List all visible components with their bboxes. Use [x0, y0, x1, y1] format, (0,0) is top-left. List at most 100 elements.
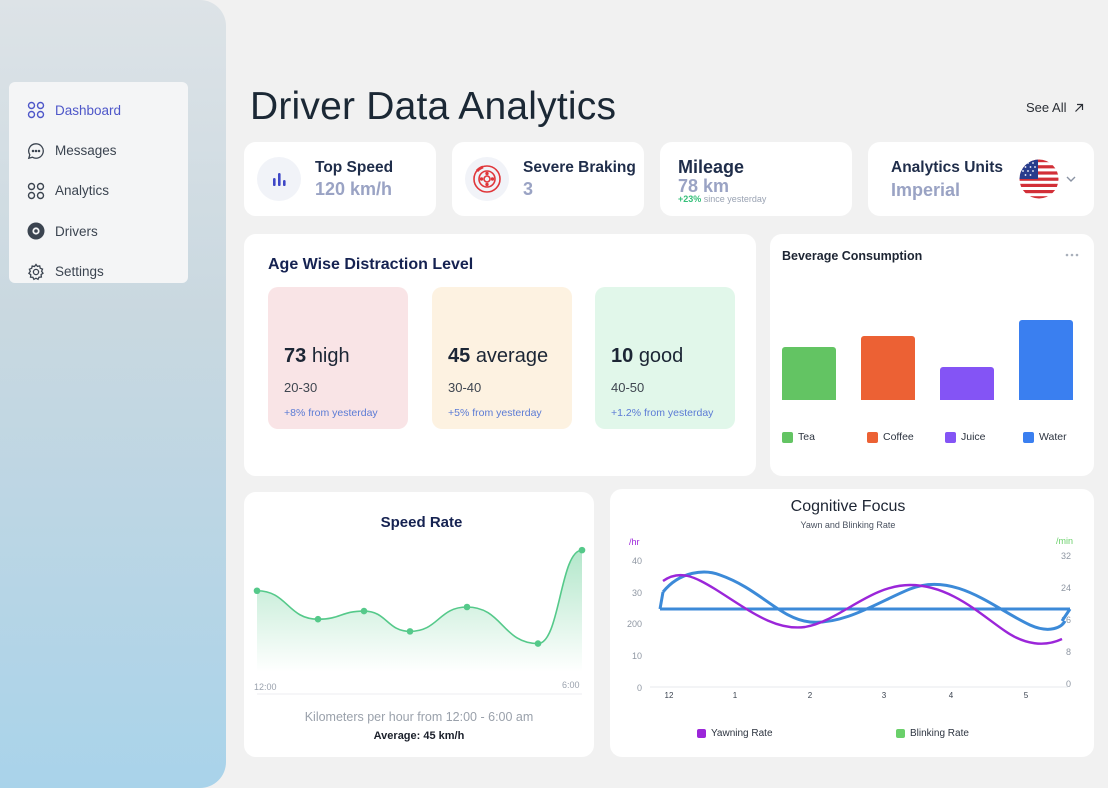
cognitive-chart: 403020010032241680/hr/min12 1 2 3 4 5 [627, 536, 1073, 700]
sidebar-item-drivers[interactable]: Drivers [9, 211, 188, 251]
stat-label: Analytics Units [891, 159, 1003, 176]
x-tick: 5 [1024, 691, 1029, 700]
legend-swatch [782, 431, 793, 443]
bar-tea [782, 347, 836, 400]
speed-caption: Kilometers per hour from 12:00 - 6:00 am [304, 710, 534, 724]
legend-coffee: Coffee [867, 431, 914, 443]
cognitive-card: Cognitive Focus Yawn and Blinking Rate 4… [610, 489, 1094, 757]
blink-start-tick [658, 591, 665, 610]
mileage-card: Mileage 78 km +23% since yesterday [660, 142, 852, 216]
y-right-tick: 24 [1061, 583, 1071, 593]
legend-label: Tea [798, 431, 815, 443]
stat-value: 3 [523, 179, 534, 199]
distraction-count: 10 [611, 345, 634, 367]
dashboard-icon [27, 101, 45, 119]
legend-swatch [867, 431, 878, 443]
legend-label: Blinking Rate [910, 728, 969, 739]
delta-value: +23% [678, 194, 702, 204]
distraction-range: 30-40 [448, 380, 482, 395]
y-left-tick: 0 [637, 683, 642, 693]
y-left-tick: 30 [632, 588, 642, 598]
distraction-level: average [475, 345, 549, 367]
distraction-delta: +1.2% from yesterday [611, 407, 714, 419]
y-left-tick: 200 [627, 619, 642, 629]
stat-value: 120 km/h [315, 179, 393, 199]
speed-x-start: 12:00 [254, 682, 277, 692]
stat-label: Severe Braking [523, 159, 636, 176]
speed-rate-card: Speed Rate 12:00 6:00 Kilometers per hou… [244, 492, 594, 757]
legend-tea: Tea [782, 431, 815, 443]
stat-label: Top Speed [315, 159, 394, 176]
speed-point-2 [360, 607, 368, 615]
left-unit: /hr [629, 537, 640, 547]
sidebar-item-messages[interactable]: Messages [9, 130, 188, 170]
speed-area [257, 550, 582, 672]
distraction-title: Age Wise Distraction Level [268, 256, 474, 273]
distraction-count: 45 [448, 345, 471, 367]
y-right-tick: 32 [1061, 551, 1071, 561]
see-all-link[interactable]: See All [1026, 100, 1084, 115]
stat-value: Imperial [891, 180, 961, 200]
legend-juice: Juice [945, 431, 986, 443]
distraction-high: 73 high 20-30 +8% from yesterday [268, 287, 408, 429]
distraction-range: 20-30 [284, 380, 318, 395]
brake-disc-icon [465, 157, 509, 201]
sidebar-nav: Dashboard Messages Analytics Drivers Set… [9, 82, 188, 283]
distraction-delta: +8% from yesterday [284, 407, 378, 419]
legend-label: Juice [961, 431, 986, 443]
mileage-delta: +23% since yesterday [678, 194, 766, 204]
x-tick: 2 [808, 691, 813, 700]
sidebar-item-analytics[interactable]: Analytics [9, 171, 188, 211]
bar-juice [940, 367, 994, 400]
blinking-rate-line [661, 570, 1067, 631]
driver-icon [27, 222, 45, 240]
legend-label: Coffee [883, 431, 914, 443]
sidebar-item-settings[interactable]: Settings [9, 252, 188, 292]
legend-swatch [896, 729, 905, 738]
gear-icon [27, 263, 44, 281]
distraction-card: Age Wise Distraction Level 73 high 20-30… [244, 234, 756, 476]
distraction-count: 73 [284, 345, 307, 367]
legend-label: Water [1039, 431, 1067, 443]
sidebar-item-label: Analytics [55, 183, 110, 199]
distraction-delta: +5% from yesterday [448, 407, 542, 419]
speed-point-4 [463, 603, 471, 611]
speed-point-1 [314, 615, 322, 623]
right-unit: /min [1056, 536, 1073, 546]
speed-point-0 [253, 587, 261, 595]
bar-chart-icon [257, 157, 301, 201]
legend-label: Yawning Rate [711, 728, 773, 739]
distraction-level: high [311, 345, 350, 367]
speed-point-3 [406, 628, 414, 635]
speed-point-5 [534, 640, 542, 647]
y-left-tick: 40 [632, 556, 642, 566]
beverage-card: Beverage Consumption Tea Coffee Juice Wa… [770, 234, 1094, 476]
distraction-range: 40-50 [611, 380, 645, 395]
legend-blinking: Blinking Rate [896, 728, 969, 739]
stat-label: Mileage [678, 157, 745, 177]
speed-average: Average: 45 km/h [373, 730, 465, 742]
x-tick: 4 [949, 691, 954, 700]
legend-swatch [945, 431, 956, 443]
analytics-icon [27, 182, 45, 200]
legend-swatch [1023, 431, 1034, 443]
x-tick: 1 [733, 691, 738, 700]
analytics-units-card[interactable]: Analytics Units Imperial [868, 142, 1094, 216]
top-speed-card: Top Speed 120 km/h [244, 142, 436, 216]
sidebar-item-label: Drivers [55, 223, 98, 239]
distraction-average: 45 average 30-40 +5% from yesterday [432, 287, 572, 429]
delta-note: since yesterday [703, 194, 767, 204]
sidebar-item-label: Settings [55, 264, 104, 280]
severe-braking-card: Severe Braking 3 [452, 142, 644, 216]
sidebar-item-label: Messages [55, 143, 117, 159]
bar-water [1019, 320, 1073, 400]
legend-water: Water [1023, 431, 1067, 443]
x-tick: 3 [882, 691, 887, 700]
speed-point-6 [578, 546, 586, 554]
us-flag-icon [1019, 159, 1059, 199]
speed-x-end: 6:00 [562, 680, 580, 690]
chevron-down-icon[interactable] [1066, 176, 1076, 183]
sidebar-item-dashboard[interactable]: Dashboard [9, 90, 188, 130]
see-all-label: See All [1026, 100, 1067, 115]
legend-yawning: Yawning Rate [697, 728, 773, 739]
